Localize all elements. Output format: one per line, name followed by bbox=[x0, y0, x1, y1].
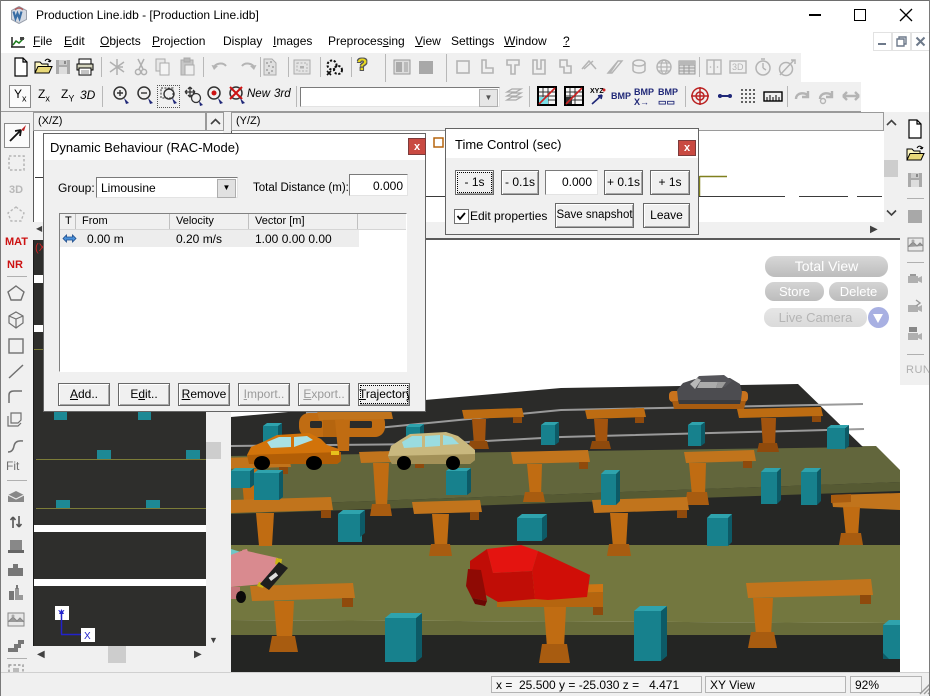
svg-text:3D: 3D bbox=[732, 62, 744, 72]
svg-text:XYZ: XYZ bbox=[590, 88, 604, 95]
svg-text:3D: 3D bbox=[9, 184, 23, 196]
svg-text:X: X bbox=[84, 631, 91, 642]
